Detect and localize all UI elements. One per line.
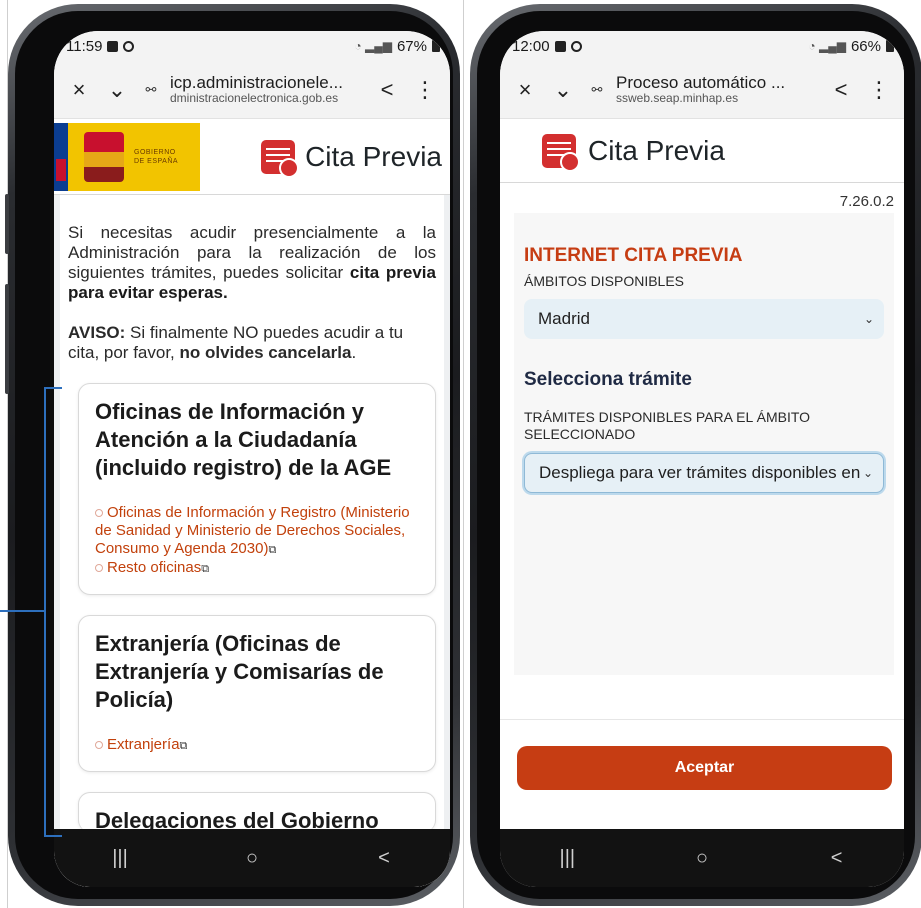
form-footer: Aceptar <box>500 719 904 829</box>
back-icon[interactable]: < <box>354 847 414 870</box>
aviso-end: . <box>351 343 357 362</box>
page-url-title: icp.administracionele... <box>170 72 343 92</box>
side-button <box>5 284 9 394</box>
url-field[interactable]: icp.administracionele... dministracionel… <box>170 73 364 106</box>
more-options-icon[interactable]: ⋮ <box>864 75 894 105</box>
external-link-icon: ⧉ <box>268 544 277 556</box>
battery-level: 67% <box>396 37 427 55</box>
chevron-down-icon: ⌄ <box>863 312 874 326</box>
wifi-icon: ◔ ▂▄▆ <box>808 39 846 53</box>
form-panel: INTERNET CITA PREVIA ÁMBITOS DISPONIBLES… <box>514 213 894 675</box>
ambito-select[interactable]: Madrid ⌄ <box>524 299 884 339</box>
link-resto-oficinas[interactable]: Resto oficinas⧉ <box>95 559 419 578</box>
aviso-label: AVISO: <box>68 323 126 342</box>
link-oficinas-registro[interactable]: Oficinas de Información y Registro (Mini… <box>95 504 419 559</box>
browser-toolbar: × ⌄ ⚯ Proceso automático ... ssweb.seap.… <box>500 61 904 119</box>
chevron-down-icon[interactable]: ⌄ <box>102 75 132 105</box>
browser-toolbar: × ⌄ ⚯ icp.administracionele... dministra… <box>54 61 450 119</box>
calendar-icon <box>542 133 580 172</box>
android-nav-bar: ||| ○ < <box>500 829 904 887</box>
section-heading: Selecciona trámite <box>524 369 692 390</box>
tramites-label: TRÁMITES DISPONIBLES PARA EL ÁMBITO SELE… <box>524 409 811 442</box>
bullet-icon <box>95 509 103 517</box>
form-title: INTERNET CITA PREVIA <box>524 245 743 266</box>
sync-icon <box>123 40 135 52</box>
site-header: Cita Previa <box>500 119 904 183</box>
recent-apps-icon[interactable]: ||| <box>537 847 597 870</box>
card-title: Extranjería (Oficinas de Extranjería y C… <box>95 631 384 712</box>
annotation-bracket-stem <box>0 610 44 612</box>
gallery-icon <box>554 40 566 52</box>
brand-title: Cita Previa <box>588 134 725 166</box>
card-title: Oficinas de Información y Atención a la … <box>95 399 392 480</box>
phone-screen: 11:59 ◔ ▂▄▆ 67% × ⌄ ⚯ icp.administracion… <box>54 31 450 887</box>
screenshot-canvas: 11:59 ◔ ▂▄▆ 67% × ⌄ ⚯ icp.administracion… <box>0 0 921 908</box>
sync-icon <box>570 40 582 52</box>
external-link-icon: ⧉ <box>201 563 210 575</box>
cita-previa-brand[interactable]: Cita Previa <box>261 139 442 178</box>
recent-apps-icon[interactable]: ||| <box>90 847 150 870</box>
external-link-icon: ⧉ <box>179 740 188 752</box>
home-icon[interactable]: ○ <box>222 847 282 870</box>
frame-divider-center <box>463 0 464 908</box>
aviso-paragraph: AVISO: Si finalmente NO puedes acudir a … <box>68 323 436 363</box>
link-extranjeria[interactable]: Extranjería⧉ <box>95 736 419 755</box>
page-domain: dministracionelectronica.gob.es <box>170 92 339 106</box>
ambito-selected-value: Madrid <box>538 309 590 328</box>
page-body: Si necesitas acudir presencialmente a la… <box>54 195 450 887</box>
annotation-bracket <box>44 387 62 837</box>
bullet-icon <box>95 741 103 749</box>
gobierno-logo[interactable]: GOBIERNO DE ESPAÑA <box>54 122 200 191</box>
site-header: GOBIERNO DE ESPAÑA Cita Previa <box>54 119 450 195</box>
close-icon[interactable]: × <box>510 75 540 105</box>
share-icon[interactable]: < <box>372 75 402 105</box>
content-panel: Si necesitas acudir presencialmente a la… <box>60 195 444 887</box>
phone-screen: 12:00 ◔ ▂▄▆ 66% × ⌄ ⚯ Proceso automático… <box>500 31 904 887</box>
page-url-title: Proceso automático ... <box>616 72 786 92</box>
status-bar: 12:00 ◔ ▂▄▆ 66% <box>500 31 904 61</box>
brand-title: Cita Previa <box>305 140 442 172</box>
url-field[interactable]: Proceso automático ... ssweb.seap.minhap… <box>616 73 818 106</box>
phone-left: 11:59 ◔ ▂▄▆ 67% × ⌄ ⚯ icp.administracion… <box>5 4 460 906</box>
link-text: Oficinas de Información y Registro (Mini… <box>95 504 410 557</box>
service-card-extranjeria: Extranjería (Oficinas de Extranjería y C… <box>78 615 436 772</box>
link-text: Extranjería <box>107 736 180 753</box>
share-icon[interactable]: < <box>826 75 856 105</box>
phone-right: 12:00 ◔ ▂▄▆ 66% × ⌄ ⚯ Proceso automático… <box>470 4 921 906</box>
accept-button[interactable]: Aceptar <box>517 746 892 790</box>
tramite-select[interactable]: Despliega para ver trámites disponibles … <box>524 453 884 493</box>
service-card-delegaciones: Delegaciones del Gobierno <box>78 792 436 833</box>
bullet-icon <box>95 564 103 572</box>
site-settings-icon[interactable]: ⚯ <box>586 82 608 98</box>
eu-flag-icon <box>54 122 68 191</box>
service-card-oficinas: Oficinas de Información y Atención a la … <box>78 383 436 595</box>
gobierno-logo-text: GOBIERNO DE ESPAÑA <box>134 148 179 165</box>
status-time: 12:00 <box>512 37 550 55</box>
android-nav-bar: ||| ○ < <box>54 829 450 887</box>
wifi-icon: ◔ ▂▄▆ <box>354 39 392 53</box>
aviso-bold: no olvides cancelarla <box>179 343 352 362</box>
app-version: 7.26.0.2 <box>839 193 894 210</box>
coat-of-arms-icon <box>84 131 124 182</box>
tramite-selected-value: Despliega para ver trámites disponibles … <box>539 463 863 482</box>
site-settings-icon[interactable]: ⚯ <box>140 82 162 98</box>
chevron-down-icon: ⌄ <box>862 466 873 480</box>
link-text: Resto oficinas <box>107 559 202 576</box>
status-bar: 11:59 ◔ ▂▄▆ 67% <box>54 31 450 61</box>
ambitos-label: ÁMBITOS DISPONIBLES <box>524 273 685 289</box>
more-options-icon[interactable]: ⋮ <box>410 75 440 105</box>
page-body: 7.26.0.2 INTERNET CITA PREVIA ÁMBITOS DI… <box>500 183 904 675</box>
page-domain: ssweb.seap.minhap.es <box>616 92 739 106</box>
chevron-down-icon[interactable]: ⌄ <box>548 75 578 105</box>
battery-level: 66% <box>850 37 881 55</box>
close-icon[interactable]: × <box>64 75 94 105</box>
back-icon[interactable]: < <box>807 847 867 870</box>
intro-paragraph: Si necesitas acudir presencialmente a la… <box>68 223 436 303</box>
gallery-icon <box>107 40 119 52</box>
calendar-icon <box>261 139 300 178</box>
status-time: 11:59 <box>66 37 103 55</box>
volume-button <box>5 194 9 254</box>
home-icon[interactable]: ○ <box>672 847 732 870</box>
